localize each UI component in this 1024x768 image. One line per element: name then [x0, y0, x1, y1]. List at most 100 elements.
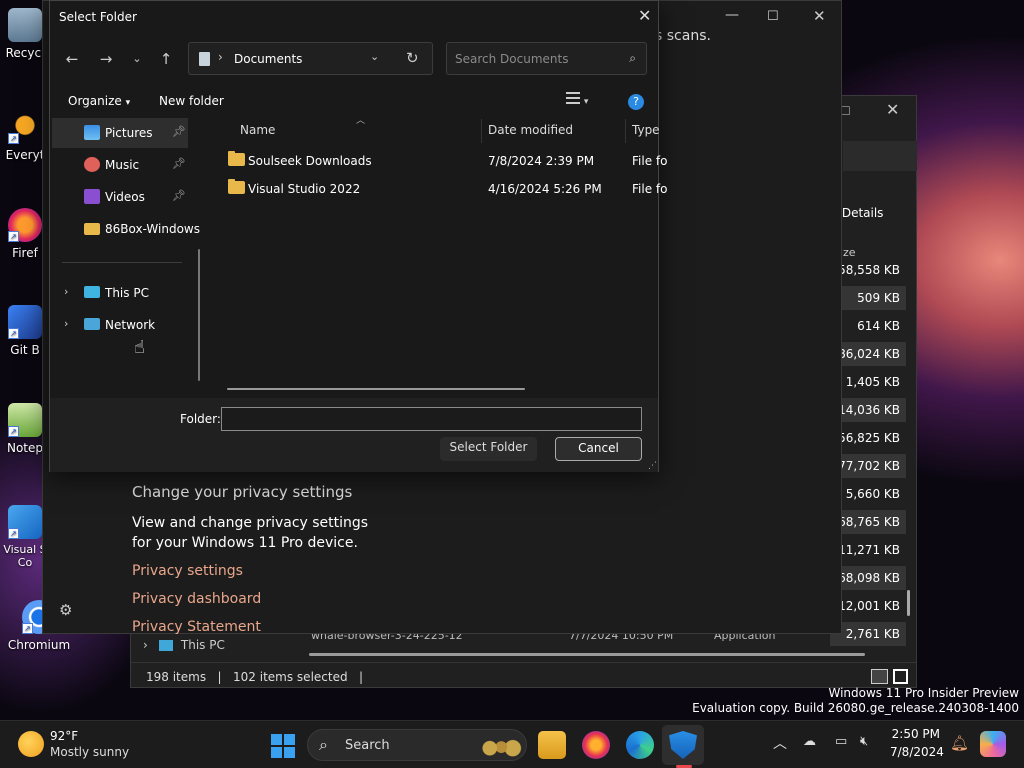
organize-button[interactable]: Organize ▾	[68, 94, 130, 108]
nav-scrollbar[interactable]	[198, 249, 200, 381]
onedrive-offline-icon[interactable]: ☁	[803, 734, 816, 749]
copilot-icon[interactable]	[980, 731, 1006, 757]
column-header-date-modified[interactable]: Date modified	[488, 123, 573, 137]
notepad-plus-icon: ↗	[8, 403, 42, 437]
nav-item-pictures[interactable]: Pictures 📌︎	[52, 118, 188, 148]
sort-ascending-icon: ︿	[356, 116, 366, 126]
column-separator[interactable]	[625, 119, 626, 143]
new-folder-button[interactable]: New folder	[159, 94, 224, 108]
recycle-bin-icon	[8, 8, 42, 42]
column-separator[interactable]	[481, 119, 482, 143]
windows-logo-tile	[271, 747, 282, 758]
start-button[interactable]	[271, 734, 295, 758]
windows-logo-tile	[284, 747, 295, 758]
horizontal-scrollbar[interactable]	[309, 653, 865, 656]
help-icon[interactable]: ?	[628, 94, 644, 110]
gear-icon[interactable]: ⚙	[59, 601, 72, 619]
firefox-taskbar-icon[interactable]	[582, 731, 610, 759]
up-arrow-icon[interactable]: ↑	[154, 47, 178, 71]
search-input[interactable]: Search Documents ⌕	[446, 42, 647, 75]
select-folder-dialog: Select Folder ✕ ← → ⌄ ↑ › Documents ⌄ ↻ …	[49, 0, 667, 472]
close-icon[interactable]: ✕	[886, 100, 899, 119]
address-bar[interactable]: › Documents ⌄ ↻	[188, 42, 433, 75]
tree-item-this-pc[interactable]: › This PC	[143, 638, 225, 652]
column-header-name[interactable]: Name	[240, 123, 275, 137]
privacy-dashboard-link[interactable]: Privacy dashboard	[132, 591, 261, 607]
back-arrow-icon[interactable]: ←	[60, 47, 84, 71]
git-bash-icon: ↗	[8, 305, 42, 339]
nav-item-this-pc[interactable]: › This PC	[52, 278, 188, 308]
chevron-right-icon: ›	[64, 285, 69, 298]
truncated-text: s scans.	[655, 28, 711, 44]
search-icon: ⌕	[629, 51, 636, 65]
refresh-icon[interactable]: ↻	[406, 49, 419, 67]
windows-logo-tile	[271, 734, 282, 745]
volume-muted-icon[interactable]: 🔇︎	[860, 734, 868, 749]
folder-input[interactable]	[221, 407, 642, 431]
weather-temperature[interactable]: 92°F	[50, 729, 78, 743]
maximize-icon[interactable]: ☐	[767, 9, 779, 24]
edge-icon[interactable]	[626, 731, 654, 759]
forward-arrow-icon[interactable]: →	[94, 47, 118, 71]
horizontal-scrollbar[interactable]	[227, 388, 525, 390]
minimize-icon[interactable]: —	[725, 7, 739, 23]
recent-locations-chevron-icon[interactable]: ⌄	[125, 47, 149, 71]
build-watermark: Windows 11 Pro Insider Preview Evaluatio…	[692, 686, 1019, 716]
file-row[interactable]: Visual Studio 2022 4/16/2024 5:26 PM Fil…	[225, 176, 667, 202]
section-heading: Change your privacy settings	[132, 483, 353, 501]
watermark-line: Evaluation copy. Build 26080.ge_release.…	[692, 701, 1019, 715]
close-icon[interactable]: ✕	[638, 6, 651, 25]
tiles-view-icon[interactable]	[893, 669, 908, 684]
search-highlight-icon	[476, 735, 522, 757]
column-header-type[interactable]: Type	[632, 123, 660, 137]
breadcrumb-separator-icon: ›	[218, 50, 223, 64]
search-icon: ⌕	[319, 735, 328, 754]
documents-icon	[199, 52, 210, 66]
nav-divider	[62, 262, 182, 263]
shortcut-arrow-icon: ↗	[8, 133, 19, 144]
windows-logo-tile	[284, 734, 295, 745]
details-view-icon[interactable]	[871, 669, 888, 684]
breadcrumb[interactable]: Documents	[234, 52, 302, 66]
chevron-right-icon: ›	[143, 638, 148, 652]
clock-date[interactable]: 7/8/2024	[890, 745, 944, 759]
file-date: 7/8/2024 2:39 PM	[488, 154, 595, 168]
close-icon[interactable]: ✕	[813, 7, 826, 25]
shortcut-arrow-icon: ↗	[8, 426, 19, 437]
weather-description[interactable]: Mostly sunny	[50, 745, 129, 759]
view-options-button[interactable]: ▾	[566, 92, 588, 107]
shortcut-arrow-icon: ↗	[8, 231, 19, 242]
description-line: for your Windows 11 Pro device.	[132, 535, 358, 551]
nav-item-86box[interactable]: 86Box-Windows	[52, 214, 200, 244]
taskbar-search-box[interactable]: ⌕ Search	[307, 729, 527, 761]
privacy-statement-link[interactable]: Privacy Statement	[132, 619, 261, 635]
taskbar: 92°F Mostly sunny ⌕ Search ︿ ☁ ▭ 🔇︎ 2:50…	[0, 720, 1024, 768]
select-folder-button[interactable]: Select Folder	[440, 437, 537, 461]
weather-sun-icon[interactable]	[18, 731, 44, 757]
file-type: File fo	[632, 182, 668, 196]
vscode-icon: ↗	[8, 505, 42, 539]
file-explorer-icon[interactable]	[538, 731, 566, 759]
toolbar-strip	[843, 141, 917, 171]
shortcut-arrow-icon: ↗	[22, 623, 33, 634]
nav-item-music[interactable]: Music 📌︎	[52, 150, 188, 180]
file-type: File fo	[632, 154, 668, 168]
file-row[interactable]: Soulseek Downloads 7/8/2024 2:39 PM File…	[225, 148, 667, 174]
chevron-down-icon[interactable]: ⌄	[370, 50, 379, 63]
desktop-icon-label: Chromium	[7, 638, 71, 652]
vertical-scrollbar[interactable]	[907, 590, 910, 616]
watermark-line: Windows 11 Pro Insider Preview	[828, 686, 1019, 700]
privacy-settings-link[interactable]: Privacy settings	[132, 563, 243, 579]
notification-bell-icon[interactable]: 🔔︎	[950, 734, 969, 752]
dialog-title: Select Folder	[59, 10, 137, 24]
nav-item-videos[interactable]: Videos 📌︎	[52, 182, 188, 212]
clock-time[interactable]: 2:50 PM	[890, 727, 940, 741]
nav-item-network[interactable]: › Network	[52, 310, 188, 340]
shortcut-arrow-icon: ↗	[8, 328, 19, 339]
cancel-button[interactable]: Cancel	[555, 437, 642, 461]
computer-icon	[159, 640, 174, 651]
network-icon[interactable]: ▭	[835, 734, 847, 749]
resize-grip-icon[interactable]: ⋰	[648, 461, 657, 471]
chevron-up-icon[interactable]: ︿	[773, 733, 787, 753]
everything-icon: ↗	[8, 110, 42, 144]
